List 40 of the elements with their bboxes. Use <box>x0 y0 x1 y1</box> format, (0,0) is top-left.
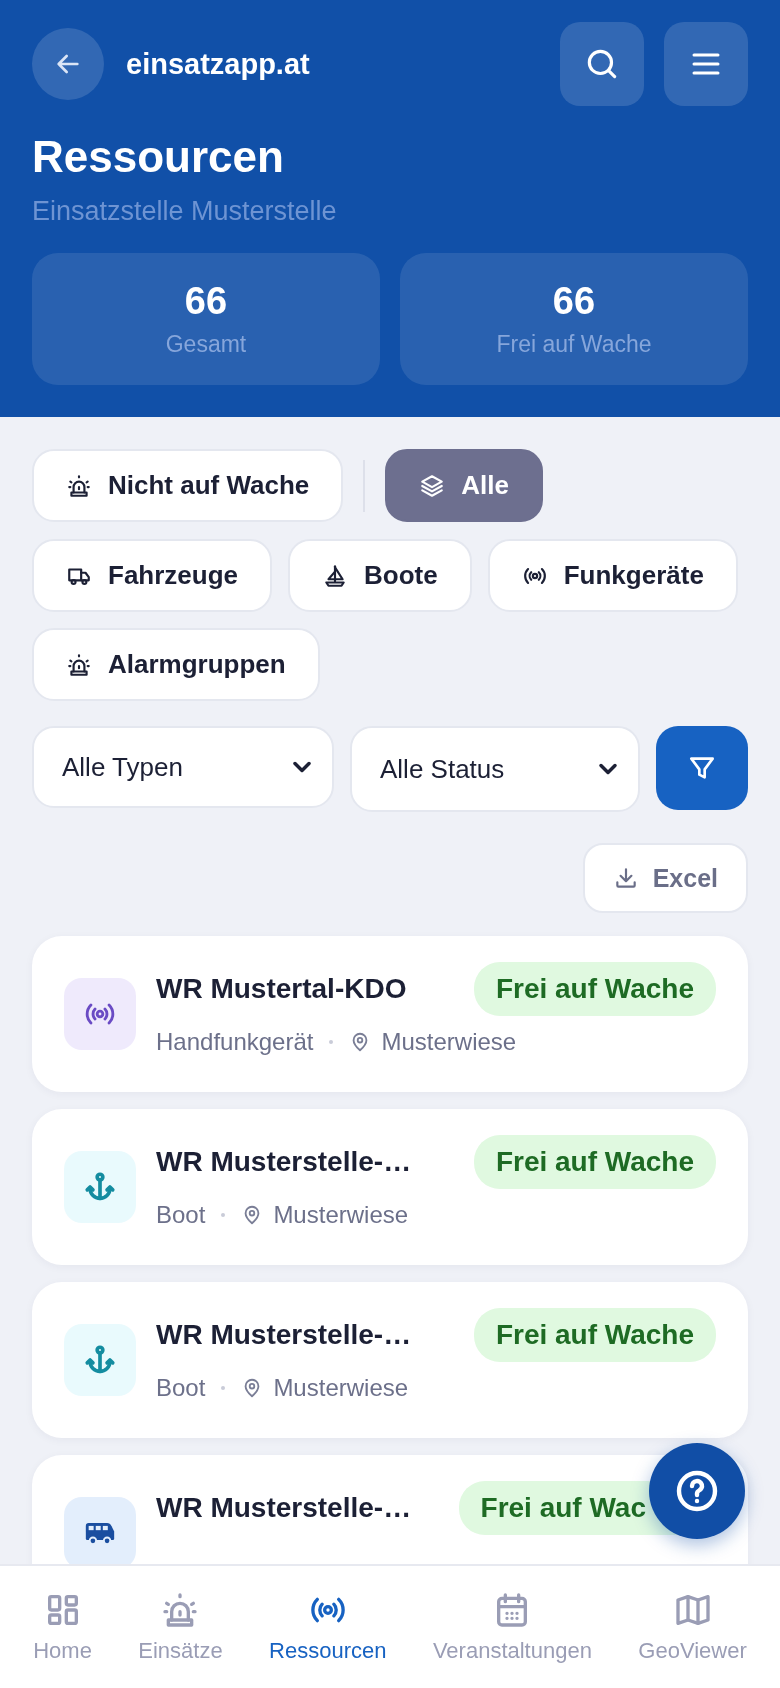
resource-card[interactable]: WR Mustertal-KDO Frei auf Wache Handfunkgerät Musterwiese <box>32 936 748 1092</box>
resource-card[interactable]: WR Musterstelle-… Frei auf Wache Boot Musterwiese <box>32 1109 748 1265</box>
resource-location: Musterwiese <box>273 1374 409 1402</box>
resource-location: Musterwiese <box>273 1201 409 1229</box>
filter-chip[interactable]: Funkgeräte <box>487 539 738 612</box>
filter-chip[interactable]: Alle <box>385 449 543 522</box>
resource-name: WR Musterstelle-… <box>156 1492 413 1524</box>
filter-chip[interactable]: Alarmgruppen <box>32 628 320 701</box>
filter-button[interactable] <box>656 726 748 810</box>
resource-type: Boot <box>156 1374 206 1402</box>
layers-icon <box>419 472 446 499</box>
resource-card[interactable]: WR Musterstelle-… Frei auf Wache Boot Musterwiese <box>32 1282 748 1438</box>
nav-tab[interactable]: Ressourcen <box>269 1590 387 1664</box>
siren-icon <box>66 651 92 678</box>
stat-value: 66 <box>552 280 596 323</box>
resource-location: Musterwiese <box>381 1028 517 1056</box>
page-subtitle: Einsatzstelle Musterstelle <box>32 196 338 227</box>
search-button[interactable] <box>560 22 644 106</box>
dropdown[interactable]: Alle Status <box>350 726 640 812</box>
resource-name: WR Mustertal-KDO <box>156 973 408 1005</box>
resource-name: WR Musterstelle-… <box>156 1319 413 1351</box>
filter-chip[interactable]: Fahrzeuge <box>32 539 273 612</box>
filter-chip[interactable]: Boote <box>288 539 472 612</box>
page-title: Ressourcen <box>32 132 285 182</box>
siren-icon <box>66 472 92 499</box>
stat-label: Frei auf Wache <box>496 331 652 358</box>
stat-label: Gesamt <box>165 331 247 358</box>
site-name: einsatzapp.at <box>126 47 311 81</box>
dropdown[interactable]: Alle Typen <box>32 726 334 808</box>
excel-export-button[interactable]: Excel <box>582 843 748 913</box>
filter-chip[interactable]: Nicht auf Wache <box>32 449 344 522</box>
resource-type: Boot <box>156 1201 206 1229</box>
resource-name: WR Musterstelle-… <box>156 1146 413 1178</box>
status-badge: Frei auf Wache <box>473 1135 716 1189</box>
resource-card[interactable]: WR Musterstelle-… Frei auf Wac <box>32 1455 748 1564</box>
stat-value: 66 <box>184 280 228 323</box>
menu-button[interactable] <box>664 22 748 106</box>
resource-type: Handfunkgerät <box>156 1028 314 1056</box>
status-badge: Frei auf Wache <box>473 1308 716 1362</box>
status-badge: Frei auf Wache <box>473 962 716 1016</box>
